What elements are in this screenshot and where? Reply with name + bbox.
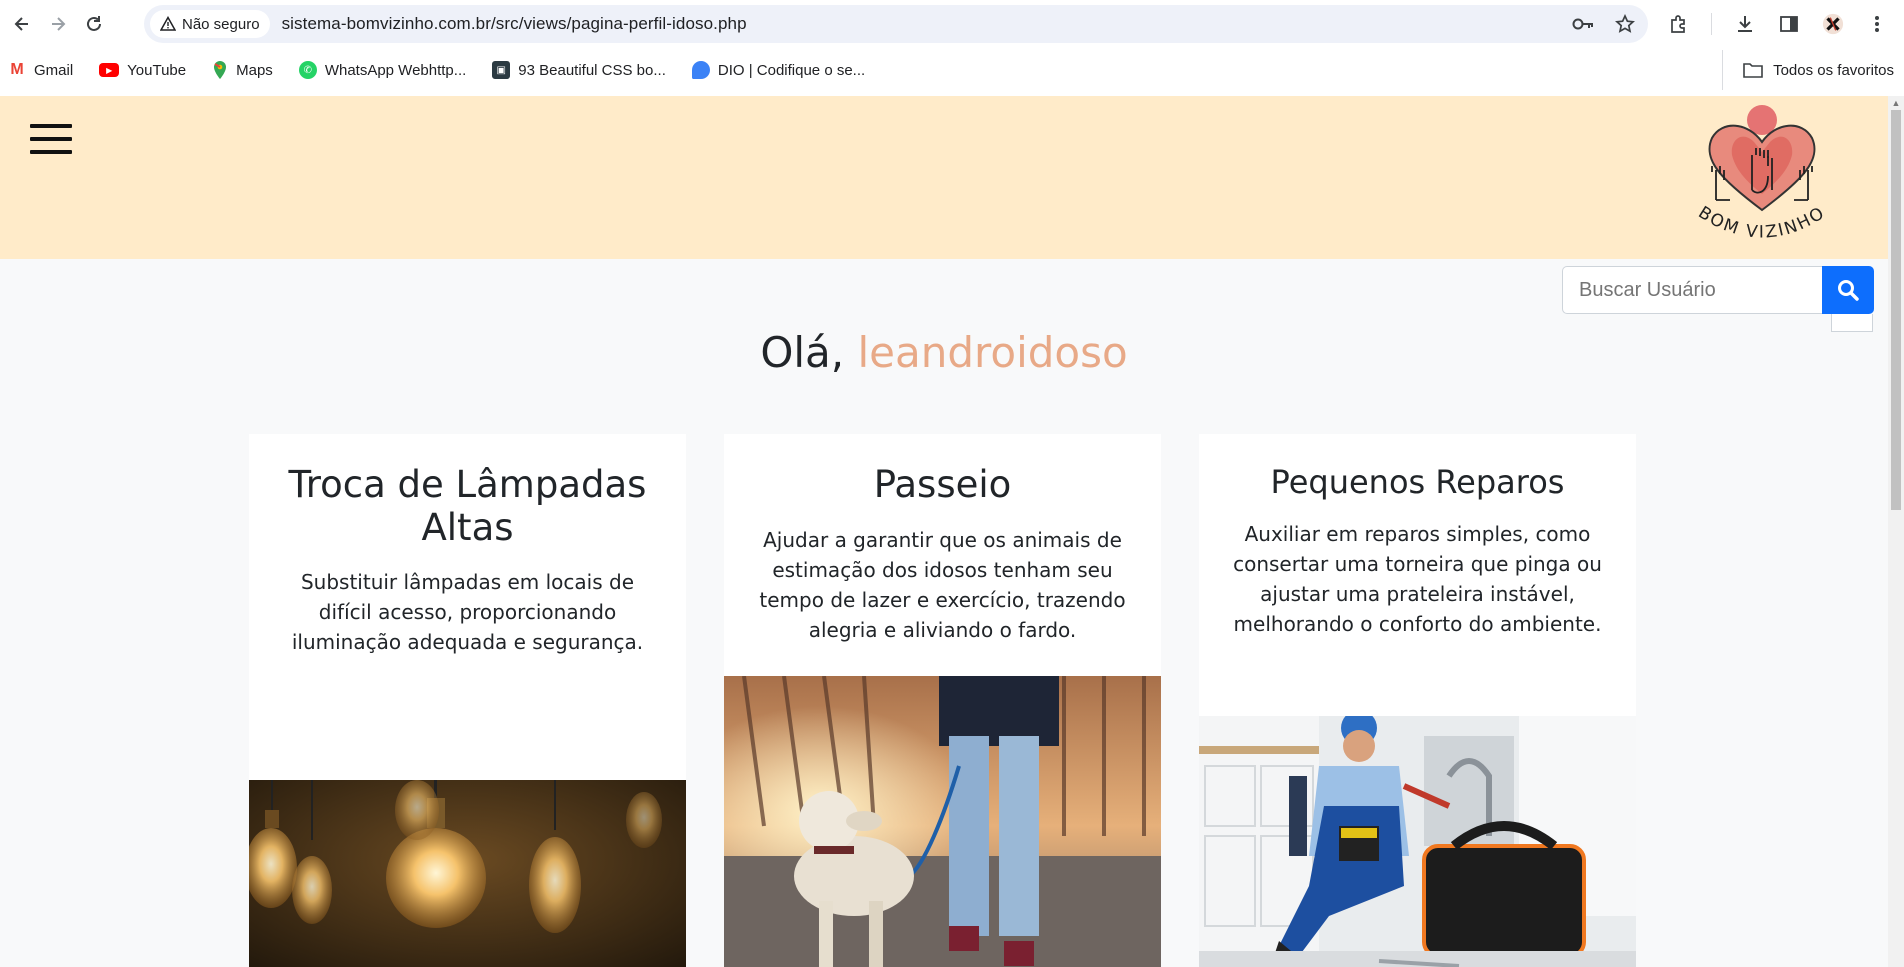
service-card-lampadas[interactable]: Troca de Lâmpadas Altas Substituir lâmpa… — [249, 434, 686, 967]
service-description: Auxiliar em reparos simples, como conser… — [1233, 521, 1602, 636]
bookmark-star-icon[interactable] — [1614, 13, 1636, 35]
plumber-repair-photo — [1199, 716, 1636, 967]
back-button[interactable] — [4, 6, 40, 42]
bookmarks-bar: M Gmail ▶ YouTube Maps ✆ WhatsApp Webhtt… — [0, 50, 1904, 90]
hamburger-menu-button[interactable] — [30, 124, 72, 154]
bookmark-label: YouTube — [127, 61, 187, 79]
service-title: Pequenos Reparos — [1270, 463, 1565, 501]
service-card-reparos[interactable]: Pequenos Reparos Auxiliar em reparos sim… — [1199, 434, 1636, 967]
search-button[interactable] — [1822, 266, 1874, 314]
reload-icon — [87, 16, 101, 31]
forward-button[interactable] — [40, 6, 76, 42]
download-icon[interactable] — [1734, 13, 1756, 35]
page-viewport: BOM VIZINHO Olá, leandroidoso Troca de L… — [0, 96, 1888, 967]
toolbar-divider — [1711, 13, 1712, 35]
youtube-icon: ▶ — [99, 63, 120, 77]
greeting-heading: Olá, leandroidoso — [0, 328, 1888, 377]
service-description: Ajudar a garantir que os animais de esti… — [759, 527, 1126, 642]
bookmark-gmail[interactable]: M Gmail — [8, 61, 73, 79]
service-title: Passeio — [873, 463, 1012, 506]
service-title: Troca de Lâmpadas Altas — [288, 463, 647, 549]
menu-kebab-icon[interactable] — [1866, 13, 1888, 35]
user-search-input[interactable] — [1562, 266, 1822, 314]
arrow-right-icon — [52, 17, 66, 31]
bookmark-css-buttons[interactable]: ▣ 93 Beautiful CSS bo... — [492, 61, 666, 79]
search-icon — [1838, 280, 1859, 301]
folder-icon — [1743, 63, 1763, 78]
all-bookmarks[interactable]: Todos os favoritos — [1722, 50, 1894, 90]
dog-walk-photo — [724, 676, 1161, 967]
arrow-left-icon — [14, 17, 28, 31]
bookmark-maps[interactable]: Maps — [212, 60, 273, 80]
scrollbar-thumb[interactable] — [1891, 110, 1901, 510]
page-scrollbar[interactable]: ▲ — [1888, 96, 1904, 967]
bookmark-label: Gmail — [34, 61, 74, 79]
bookmark-label: Maps — [236, 61, 273, 79]
bom-vizinho-logo: BOM VIZINHO — [1695, 105, 1827, 243]
dio-icon — [691, 61, 710, 79]
password-key-icon[interactable] — [1572, 13, 1594, 35]
bookmark-whatsapp[interactable]: ✆ WhatsApp Webhttp... — [298, 61, 467, 79]
maps-icon — [214, 61, 227, 79]
all-bookmarks-label: Todos os favoritos — [1773, 61, 1894, 79]
service-description: Substituir lâmpadas em locais de difícil… — [291, 570, 644, 655]
side-panel-icon[interactable] — [1778, 13, 1800, 35]
security-chip[interactable]: Não seguro — [150, 10, 270, 38]
extensions-icon[interactable] — [1667, 13, 1689, 35]
bookmark-label: WhatsApp Webhttp... — [324, 61, 467, 79]
url-text[interactable]: sistema-bomvizinho.com.br/src/views/pagi… — [282, 14, 747, 34]
light-bulbs-photo — [249, 780, 686, 967]
username: leandroidoso — [857, 328, 1128, 377]
bookmark-dio[interactable]: DIO | Codifique o se... — [691, 61, 866, 79]
service-card-passeio[interactable]: Passeio Ajudar a garantir que os animais… — [724, 434, 1161, 967]
bookmark-label: DIO | Codifique o se... — [717, 61, 866, 79]
scroll-up-icon[interactable]: ▲ — [1891, 98, 1901, 108]
whatsapp-icon: ✆ — [298, 61, 317, 79]
security-label: Não seguro — [182, 15, 260, 33]
bookmark-youtube[interactable]: ▶ YouTube — [99, 62, 186, 79]
gmail-icon: M — [8, 61, 26, 79]
warning-icon — [160, 16, 176, 31]
user-search-form — [1562, 266, 1874, 314]
profile-avatar-icon[interactable] — [1822, 13, 1844, 35]
codepen-icon: ▣ — [492, 61, 511, 79]
address-bar[interactable]: Não seguro sistema-bomvizinho.com.br/src… — [144, 5, 1648, 43]
reload-button[interactable] — [76, 6, 112, 42]
greeting-prefix: Olá, — [760, 328, 858, 377]
bookmark-label: 93 Beautiful CSS bo... — [518, 61, 666, 79]
site-header: BOM VIZINHO — [0, 96, 1888, 259]
browser-toolbar: Não seguro sistema-bomvizinho.com.br/src… — [0, 0, 1904, 48]
